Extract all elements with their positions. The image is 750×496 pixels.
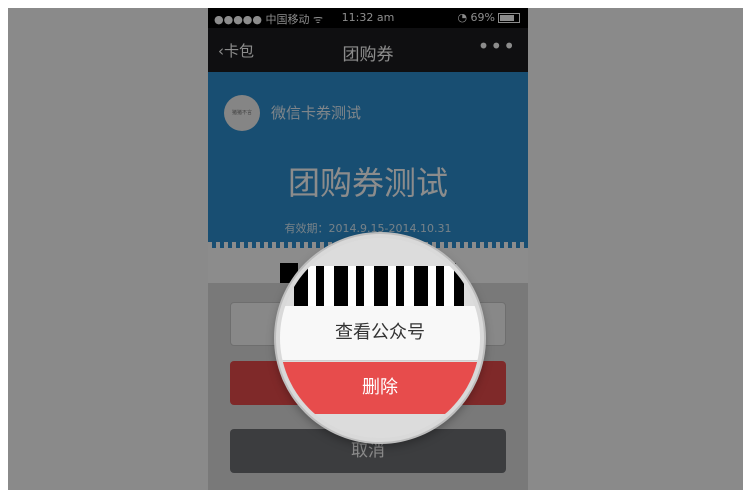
magnified-delete-button[interactable]: 删除: [280, 362, 480, 414]
magnified-view-public-button[interactable]: 查看公众号: [280, 306, 480, 361]
background: ●●●●● 中国移动 ᯤ 11:32 am ◔ 69% ‹卡包 团购券 ••• …: [8, 8, 743, 490]
magnifier-callout: 查看公众号 删除: [276, 234, 484, 442]
magnified-qr-code: [294, 266, 464, 306]
